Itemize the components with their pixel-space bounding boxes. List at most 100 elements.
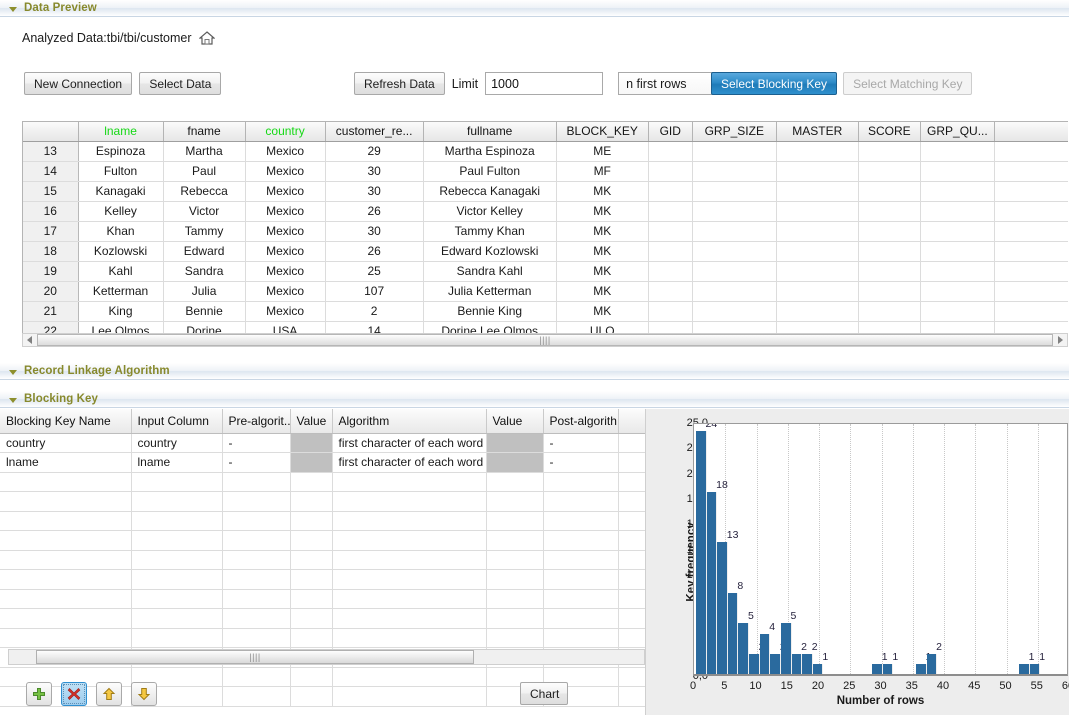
table-cell[interactable] xyxy=(920,241,994,261)
table-cell[interactable] xyxy=(692,161,776,181)
column-header-algorithm[interactable]: Algorithm xyxy=(332,409,486,433)
table-cell[interactable]: MK xyxy=(556,181,648,201)
blocking-cell-empty[interactable] xyxy=(332,472,486,492)
column-header-pre-value[interactable]: Value xyxy=(290,409,332,433)
table-cell[interactable] xyxy=(692,301,776,321)
column-header-post-algorithm[interactable]: Post-algorith xyxy=(543,409,618,433)
row-number-cell[interactable]: 18 xyxy=(23,241,78,261)
table-row[interactable]: 16KelleyVictorMexico26Victor KelleyMK xyxy=(23,201,1068,221)
table-cell[interactable] xyxy=(920,161,994,181)
blocking-cell-empty[interactable] xyxy=(290,570,332,590)
chevron-down-icon[interactable] xyxy=(8,3,19,14)
blocking-cell-empty[interactable] xyxy=(543,550,618,570)
table-cell[interactable] xyxy=(692,281,776,301)
table-cell[interactable] xyxy=(692,141,776,161)
table-row[interactable]: 19KahlSandraMexico25Sandra KahlMK xyxy=(23,261,1068,281)
blocking-cell-empty[interactable] xyxy=(543,628,618,648)
column-header-pre-algorithm[interactable]: Pre-algorit... xyxy=(222,409,290,433)
column-header-fname[interactable]: fname xyxy=(163,122,245,141)
row-number-cell[interactable]: 17 xyxy=(23,221,78,241)
table-cell[interactable] xyxy=(858,261,920,281)
blocking-cell-empty[interactable] xyxy=(131,589,222,609)
table-cell[interactable]: Julia Ketterman xyxy=(423,281,556,301)
table-cell[interactable] xyxy=(920,221,994,241)
select-blocking-key-button[interactable]: Select Blocking Key xyxy=(711,72,837,95)
table-cell[interactable] xyxy=(994,301,1068,321)
blocking-cell-empty[interactable] xyxy=(0,511,131,531)
blocking-cell-empty[interactable] xyxy=(618,472,645,492)
table-cell[interactable]: Kelley xyxy=(78,201,163,221)
blocking-cell-empty[interactable] xyxy=(131,511,222,531)
blocking-key-row[interactable] xyxy=(0,609,645,629)
table-cell[interactable] xyxy=(648,181,692,201)
column-header-grp-qu[interactable]: GRP_QU... xyxy=(920,122,994,141)
blocking-cell-empty[interactable] xyxy=(222,589,290,609)
column-header-block-key[interactable]: BLOCK_KEY xyxy=(556,122,648,141)
table-cell[interactable]: King xyxy=(78,301,163,321)
select-data-button[interactable]: Select Data xyxy=(139,72,221,95)
blocking-cell-empty[interactable] xyxy=(332,570,486,590)
blocking-cell-empty[interactable] xyxy=(486,550,543,570)
blocking-cell-input-column[interactable]: country xyxy=(131,433,222,453)
blocking-cell-post-algorithm[interactable]: - xyxy=(543,433,618,453)
limit-input[interactable] xyxy=(485,72,603,95)
table-cell[interactable] xyxy=(692,201,776,221)
table-cell[interactable]: Mexico xyxy=(245,301,325,321)
table-cell[interactable] xyxy=(858,281,920,301)
column-header-blocking-key-name[interactable]: Blocking Key Name xyxy=(0,409,131,433)
blocking-cell-empty[interactable] xyxy=(543,511,618,531)
table-cell[interactable]: ME xyxy=(556,141,648,161)
blocking-cell-pre-value[interactable] xyxy=(290,433,332,453)
table-cell[interactable]: 2 xyxy=(325,301,423,321)
blocking-cell-empty[interactable] xyxy=(131,550,222,570)
blocking-cell-extra[interactable] xyxy=(618,433,645,453)
blocking-cell-key-name[interactable]: country xyxy=(0,433,131,453)
table-cell[interactable] xyxy=(858,301,920,321)
blocking-cell-empty[interactable] xyxy=(618,628,645,648)
table-cell[interactable] xyxy=(994,241,1068,261)
blocking-cell-empty[interactable] xyxy=(131,609,222,629)
table-cell[interactable]: Paul Fulton xyxy=(423,161,556,181)
table-cell[interactable]: 30 xyxy=(325,181,423,201)
table-cell[interactable] xyxy=(776,261,858,281)
table-cell[interactable]: MK xyxy=(556,301,648,321)
row-number-cell[interactable]: 16 xyxy=(23,201,78,221)
blocking-cell-empty[interactable] xyxy=(332,628,486,648)
blocking-cell-empty[interactable] xyxy=(131,492,222,512)
blocking-cell-empty[interactable] xyxy=(618,589,645,609)
move-up-button[interactable] xyxy=(96,682,122,706)
table-cell[interactable] xyxy=(994,181,1068,201)
blocking-cell-empty[interactable] xyxy=(332,531,486,551)
refresh-data-button[interactable]: Refresh Data xyxy=(354,72,445,95)
blocking-cell-empty[interactable] xyxy=(332,511,486,531)
table-cell[interactable]: Bennie xyxy=(163,301,245,321)
add-row-button[interactable] xyxy=(26,682,52,706)
blocking-cell-post-algorithm[interactable]: - xyxy=(543,453,618,473)
table-cell[interactable]: Fulton xyxy=(78,161,163,181)
blocking-cell-empty[interactable] xyxy=(486,492,543,512)
table-cell[interactable] xyxy=(648,221,692,241)
table-row[interactable]: 21KingBennieMexico2Bennie KingMK xyxy=(23,301,1068,321)
blocking-cell-empty[interactable] xyxy=(131,628,222,648)
table-cell[interactable] xyxy=(994,261,1068,281)
table-cell[interactable]: Rebecca Kanagaki xyxy=(423,181,556,201)
blocking-cell-empty[interactable] xyxy=(0,628,131,648)
table-cell[interactable] xyxy=(920,301,994,321)
blocking-cell-empty[interactable] xyxy=(0,492,131,512)
blocking-key-row[interactable] xyxy=(0,570,645,590)
blocking-cell-empty[interactable] xyxy=(618,511,645,531)
table-cell[interactable] xyxy=(920,181,994,201)
blocking-cell-empty[interactable] xyxy=(332,609,486,629)
blocking-cell-empty[interactable] xyxy=(131,570,222,590)
blocking-cell-value[interactable] xyxy=(486,433,543,453)
table-row[interactable]: 20KettermanJuliaMexico107Julia Ketterman… xyxy=(23,281,1068,301)
table-cell[interactable] xyxy=(776,161,858,181)
table-cell[interactable]: Ketterman xyxy=(78,281,163,301)
table-cell[interactable] xyxy=(648,301,692,321)
column-header-score[interactable]: SCORE xyxy=(858,122,920,141)
scroll-left-arrow-icon[interactable] xyxy=(9,651,22,663)
blocking-cell-empty[interactable] xyxy=(618,531,645,551)
table-cell[interactable] xyxy=(648,261,692,281)
table-cell[interactable] xyxy=(648,141,692,161)
table-cell[interactable]: MK xyxy=(556,201,648,221)
